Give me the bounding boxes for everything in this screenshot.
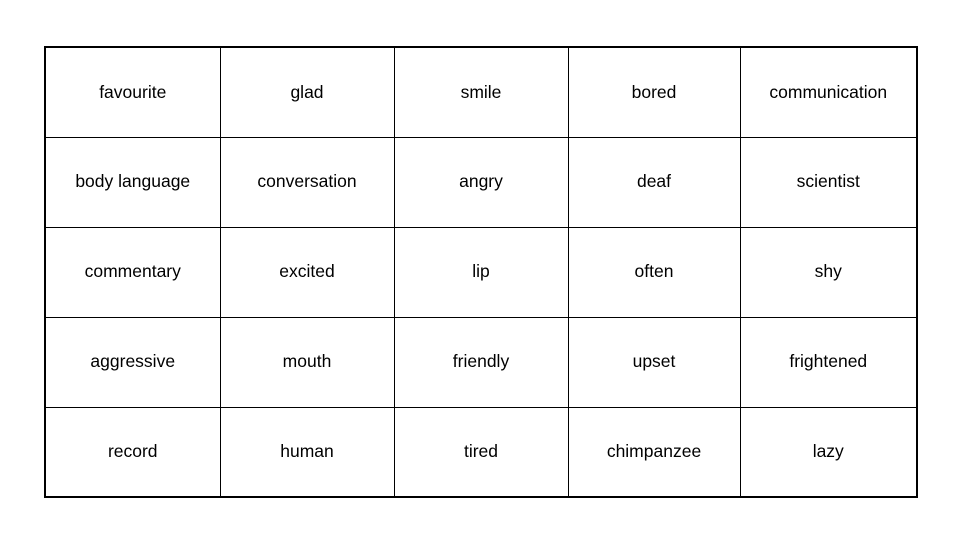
word-cell[interactable]: often xyxy=(567,226,741,318)
table-row: favourite glad smile bored communication xyxy=(44,46,918,138)
word-cell[interactable]: upset xyxy=(567,316,741,408)
word-cell[interactable]: friendly xyxy=(393,316,569,408)
table-row: commentary excited lip often shy xyxy=(44,226,918,318)
word-cell[interactable]: excited xyxy=(219,226,395,318)
word-cell[interactable]: mouth xyxy=(219,316,395,408)
word-cell[interactable]: record xyxy=(44,406,221,498)
word-cell[interactable]: chimpanzee xyxy=(567,406,741,498)
vocabulary-word-grid: favourite glad smile bored communication… xyxy=(44,46,918,498)
word-cell[interactable]: aggressive xyxy=(44,316,221,408)
word-cell[interactable]: communication xyxy=(739,46,918,138)
word-cell[interactable]: scientist xyxy=(739,136,918,228)
word-cell[interactable]: body language xyxy=(44,136,221,228)
word-cell[interactable]: tired xyxy=(393,406,569,498)
word-cell[interactable]: commentary xyxy=(44,226,221,318)
table-row: aggressive mouth friendly upset frighten… xyxy=(44,316,918,408)
word-cell[interactable]: frightened xyxy=(739,316,918,408)
word-cell[interactable]: conversation xyxy=(219,136,395,228)
word-cell[interactable]: deaf xyxy=(567,136,741,228)
word-cell[interactable]: shy xyxy=(739,226,918,318)
word-cell[interactable]: human xyxy=(219,406,395,498)
word-cell[interactable]: smile xyxy=(393,46,569,138)
page-canvas: favourite glad smile bored communication… xyxy=(0,0,960,540)
word-cell[interactable]: lip xyxy=(393,226,569,318)
word-cell[interactable]: favourite xyxy=(44,46,221,138)
word-cell[interactable]: lazy xyxy=(739,406,918,498)
table-row: body language conversation angry deaf sc… xyxy=(44,136,918,228)
word-cell[interactable]: bored xyxy=(567,46,741,138)
word-cell[interactable]: angry xyxy=(393,136,569,228)
table-row: record human tired chimpanzee lazy xyxy=(44,406,918,498)
word-cell[interactable]: glad xyxy=(219,46,395,138)
